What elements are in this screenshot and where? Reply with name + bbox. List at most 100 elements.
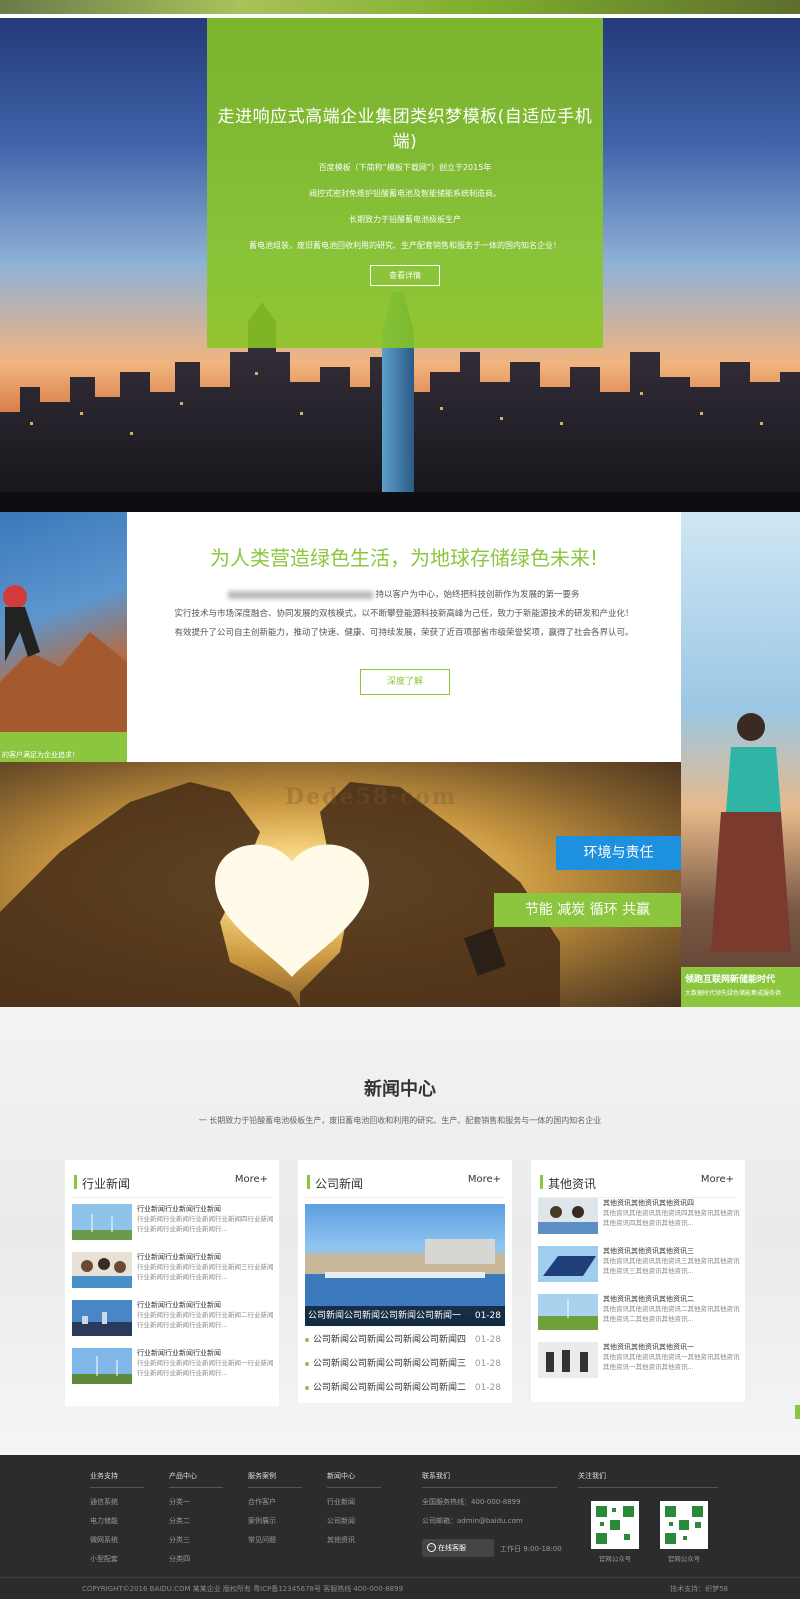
list-item[interactable]: 公司新闻公司新闻公司新闻公司新闻三 01-28 [305,1354,505,1374]
tech-support-link[interactable]: 技术支持：织梦58 [670,1578,728,1600]
contact-block: 联系我们 全国服务热线：400-000-8899 公司邮箱：admin@baid… [422,1471,557,1526]
footer-link[interactable]: 案例展示 [248,1516,302,1526]
footer-link[interactable]: 分类二 [169,1516,223,1526]
item-title: 公司新闻公司新闻公司新闻公司新闻四 [313,1335,467,1345]
item-title: 其他资讯其他资讯其他资讯三 [603,1247,694,1255]
list-item[interactable]: 行业新闻行业新闻行业新闻 行业新闻行业新闻行业新闻行业新闻一行业新闻行业新闻行业… [72,1348,274,1388]
footer-link[interactable]: 其他资讯 [327,1535,381,1545]
footer-link[interactable]: 微网系统 [90,1535,144,1545]
hero-banner: 走进响应式高端企业集团类织梦模板(自适应手机端) 百度模板（下简称“模板下载网”… [0,18,800,512]
about-section: 的客户满足为企业追求！ 为人类营造绿色生活，为地球存储绿色未来! 持以客户为中心… [0,512,800,762]
hero-line: 百度模板（下简称“模板下载网”）创立于2015年 [318,163,492,172]
footer-link[interactable]: 合作客户 [248,1497,302,1507]
item-date: 01-28 [474,1383,501,1393]
dam-image [305,1239,505,1306]
item-title: 行业新闻行业新闻行业新闻 [137,1301,221,1309]
work-hours: 工作日 9:00-18:00 [500,1545,562,1553]
featured-date: 01-28 [474,1311,501,1321]
wind-turbine-thumb [72,1348,132,1384]
list-item[interactable]: 公司新闻公司新闻公司新闻公司新闻二 01-28 [305,1378,505,1398]
news-center: 新闻中心 一 长期致力于铅酸蓄电池极板生产，废旧蓄电池回收和利用的研究、生产、配… [0,1007,800,1455]
landscape-thumb [538,1294,598,1330]
right-caption-title: 领跑互联网新储能时代 [685,975,776,985]
footer-link[interactable]: 分类三 [169,1535,223,1545]
item-desc: 行业新闻行业新闻行业新闻行业新闻二行业新闻行业新闻行业新闻行业新闻行... [137,1311,274,1329]
featured-title: 公司新闻公司新闻公司新闻公司新闻一 [308,1311,462,1321]
students-thumb [72,1252,132,1288]
right-caption: 领跑互联网新储能时代 大数据时代领先绿色储能集成服务供 [681,967,800,1007]
about-title: 为人类营造绿色生活，为地球存储绿色未来! [209,546,599,570]
footer-heading: 业务支持 [90,1471,144,1488]
featured-caption: 公司新闻公司新闻公司新闻公司新闻一 01-28 [305,1306,505,1326]
list-item[interactable]: 其他资讯其他资讯其他资讯四 其他资讯其他资讯其他资讯四其他资讯其他资讯其他资讯四… [538,1198,740,1238]
environment-tag: 环境与责任 [556,836,681,870]
column-title: 其他资讯 [548,1177,597,1191]
list-item[interactable]: 行业新闻行业新闻行业新闻 行业新闻行业新闻行业新闻行业新闻三行业新闻行业新闻行业… [72,1252,274,1292]
watermark: Dede58·com [285,784,458,810]
footer-link[interactable]: 行业新闻 [327,1497,381,1507]
other-news-column: 其他资讯 More+ 其他资讯其他资讯其他资讯四 其他资讯其他资讯其他资讯四其他… [531,1160,745,1402]
hotline: 全国服务热线：400-000-8899 [422,1498,521,1506]
list-item[interactable]: 其他资讯其他资讯其他资讯二 其他资讯其他资讯其他资讯二其他资讯其他资讯其他资讯二… [538,1294,740,1334]
hero-title: 走进响应式高端企业集团类织梦模板(自适应手机端) [217,107,593,152]
footer-column: 产品中心 分类一 分类二 分类三 分类四 [169,1471,223,1564]
column-title: 公司新闻 [315,1177,364,1191]
featured-news[interactable]: 公司新闻公司新闻公司新闻公司新闻一 01-28 [305,1204,505,1326]
online-service-button[interactable]: ··· 在线客服 [422,1539,494,1557]
energy-tag: 节能 减炭 循环 共赢 [494,893,681,927]
item-desc: 其他资讯其他资讯其他资讯四其他资讯其他资讯其他资讯四其他资讯其他资讯... [603,1209,740,1227]
news-subtitle: 一 长期致力于铅酸蓄电池极板生产，废旧蓄电池回收和利用的研究、生产、配套销售和服… [198,1116,602,1125]
footer-link[interactable]: 通信系统 [90,1497,144,1507]
follow-block: 关注我们 [578,1471,718,1488]
more-link[interactable]: More+ [701,1174,734,1185]
chat-icon: ··· [427,1543,436,1552]
item-title: 其他资讯其他资讯其他资讯一 [603,1343,694,1351]
item-desc: 其他资讯其他资讯其他资讯一其他资讯其他资讯其他资讯一其他资讯其他资讯... [603,1353,740,1371]
footer-link[interactable]: 常见问题 [248,1535,302,1545]
runner-image [711,713,791,952]
footer-link[interactable]: 电力储能 [90,1516,144,1526]
list-item[interactable]: 行业新闻行业新闻行业新闻 行业新闻行业新闻行业新闻行业新闻二行业新闻行业新闻行业… [72,1300,274,1340]
footer-link[interactable]: 小型配套 [90,1554,144,1564]
about-text: 持以客户为中心，始终把科技创新作为发展的第一要务 实行技术与市场深度融合、协同发… [127,586,681,643]
column-header: 行业新闻 More+ [72,1160,272,1198]
column-header: 公司新闻 More+ [305,1160,505,1198]
hiker-photo: 的客户满足为企业追求！ [0,512,127,762]
scroll-indicator [795,1405,800,1419]
list-item[interactable]: 其他资讯其他资讯其他资讯三 其他资讯其他资讯其他资讯三其他资讯其他资讯其他资讯三… [538,1246,740,1286]
city-thumb [72,1300,132,1336]
copyright-bar: COPYRIGHT©2016 BAIDU.COM 某某企业 版权所有 粤ICP备… [0,1577,800,1599]
item-title: 其他资讯其他资讯其他资讯四 [603,1199,694,1207]
list-item[interactable]: 其他资讯其他资讯其他资讯一 其他资讯其他资讯其他资讯一其他资讯其他资讯其他资讯一… [538,1342,740,1382]
footer-link[interactable]: 分类一 [169,1497,223,1507]
footer-link[interactable]: 分类四 [169,1554,223,1564]
footer-heading: 产品中心 [169,1471,223,1488]
more-link[interactable]: More+ [235,1174,268,1185]
list-item[interactable]: 行业新闻行业新闻行业新闻 行业新闻行业新闻行业新闻行业新闻四行业新闻行业新闻行业… [72,1204,274,1244]
hero-line: 长期致力于铅酸蓄电池极板生产 [349,215,461,224]
item-date: 01-28 [474,1359,501,1369]
footer: 业务支持 通信系统 电力储能 微网系统 小型配套 产品中心 分类一 分类二 分类… [0,1455,800,1599]
heart-banner: Dede58·com 环境与责任 节能 减炭 循环 共赢 [0,762,681,1007]
item-title: 公司新闻公司新闻公司新闻公司新闻二 [313,1383,467,1393]
solar-panel-thumb [538,1246,598,1282]
view-details-button[interactable]: 查看详情 [370,265,440,286]
qr-code [660,1501,708,1549]
meeting-thumb [538,1342,598,1378]
blurred-text [228,590,374,599]
about-line: 持以客户为中心，始终把科技创新作为发展的第一要务 [375,590,580,600]
runner-photo: 领跑互联网新储能时代 大数据时代领先绿色储能集成服务供 [681,512,800,1007]
footer-link[interactable]: 公司新闻 [327,1516,381,1526]
more-link[interactable]: More+ [468,1174,501,1185]
footer-heading: 关注我们 [578,1471,718,1488]
top-banner-strip [0,0,800,18]
footer-column: 服务案例 合作客户 案例展示 常见问题 [248,1471,302,1545]
list-item[interactable]: 公司新闻公司新闻公司新闻公司新闻四 01-28 [305,1330,505,1350]
learn-more-button[interactable]: 深度了解 [360,669,450,695]
hiker-image [0,585,127,732]
footer-column: 新闻中心 行业新闻 公司新闻 其他资讯 [327,1471,381,1545]
footer-heading: 联系我们 [422,1471,557,1488]
company-news-column: 公司新闻 More+ 公司新闻公司新闻公司新闻公司新闻一 01-28 公司新闻公… [298,1160,512,1403]
qr-caption: 官网公众号 [667,1555,701,1563]
about-line: 有效提升了公司自主创新能力，推动了快速、健康、可持续发展，荣获了近百项部省市级荣… [174,628,634,638]
